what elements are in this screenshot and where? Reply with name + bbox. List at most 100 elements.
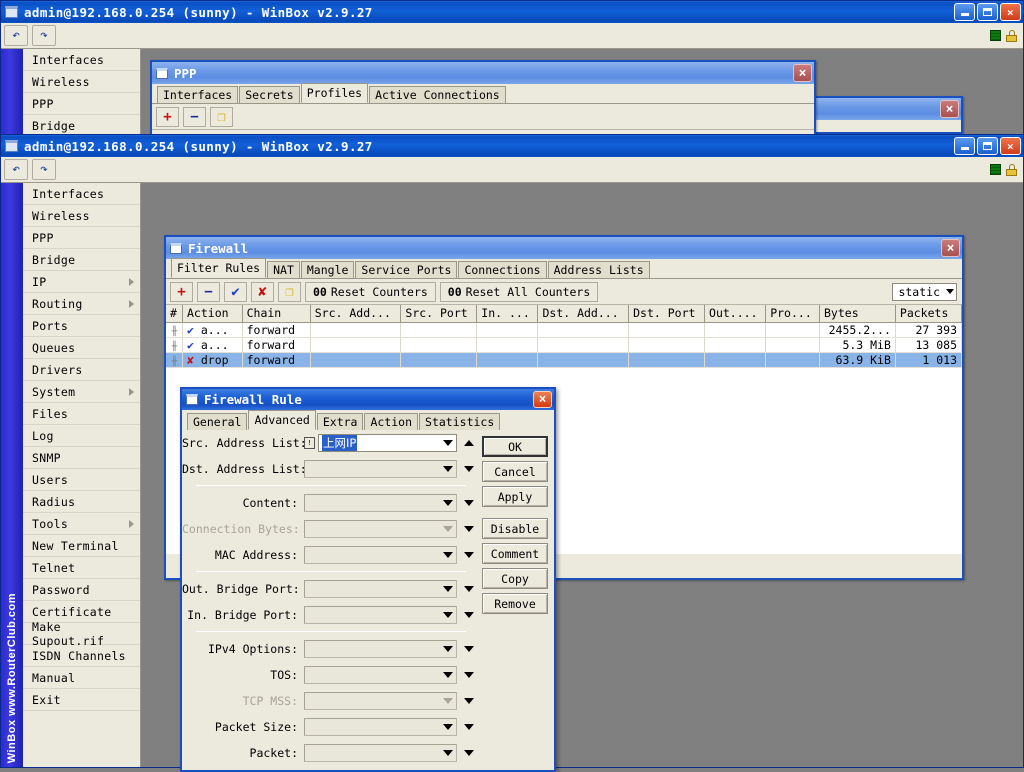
- apply-button[interactable]: Apply: [482, 486, 548, 507]
- chevron-down-icon[interactable]: [464, 750, 474, 756]
- firewall-enable-button[interactable]: ✔: [224, 282, 247, 302]
- ok-button[interactable]: OK: [482, 436, 548, 457]
- disable-button[interactable]: Disable: [482, 518, 548, 539]
- column-header[interactable]: Pro...: [766, 305, 820, 322]
- chevron-down-icon[interactable]: [443, 724, 453, 730]
- firewall-comment-button[interactable]: ❐: [278, 282, 301, 302]
- chevron-down-icon[interactable]: [443, 440, 453, 446]
- close-button[interactable]: ×: [1000, 137, 1021, 155]
- sidebar-item-files[interactable]: Files: [23, 403, 140, 425]
- rule-tab-advanced[interactable]: Advanced: [248, 410, 315, 430]
- sidebar-item-isdn-channels[interactable]: ISDN Channels: [23, 645, 140, 667]
- sidebar-item-log[interactable]: Log: [23, 425, 140, 447]
- chevron-down-icon[interactable]: [464, 466, 474, 472]
- column-header[interactable]: Action: [183, 305, 243, 322]
- chevron-down-icon[interactable]: [464, 612, 474, 618]
- chevron-down-icon[interactable]: [443, 466, 453, 472]
- input-content[interactable]: [304, 494, 457, 512]
- firewall-tab-service-ports[interactable]: Service Ports: [355, 261, 457, 278]
- sidebar-item-new-terminal[interactable]: New Terminal: [23, 535, 140, 557]
- input-packet[interactable]: [304, 744, 457, 762]
- redo-icon-back[interactable]: ↷: [32, 25, 56, 46]
- rule-tab-statistics[interactable]: Statistics: [419, 413, 500, 430]
- filter-type-dropdown[interactable]: static: [892, 283, 957, 301]
- chevron-down-icon[interactable]: [464, 724, 474, 730]
- chevron-down-icon[interactable]: [443, 672, 453, 678]
- chevron-down-icon[interactable]: [464, 672, 474, 678]
- chevron-down-icon[interactable]: [443, 646, 453, 652]
- input-in-bridge-port[interactable]: [304, 606, 457, 624]
- restore-button[interactable]: [977, 137, 998, 155]
- column-header[interactable]: Src. Port: [401, 305, 477, 322]
- chevron-down-icon[interactable]: [464, 698, 474, 704]
- cancel-button[interactable]: Cancel: [482, 461, 548, 482]
- firewall-close-button[interactable]: ×: [941, 239, 960, 257]
- sidebar-item-interfaces[interactable]: Interfaces: [23, 49, 140, 71]
- firewall-titlebar[interactable]: Firewall ×: [166, 237, 962, 259]
- sidebar-item-ip[interactable]: IP: [23, 271, 140, 293]
- reset-counters-button[interactable]: 00 Reset Counters: [305, 282, 436, 302]
- restore-button-back[interactable]: [977, 3, 998, 21]
- sidebar-item-users[interactable]: Users: [23, 469, 140, 491]
- firewall-rule-dialog[interactable]: Firewall Rule × GeneralAdvancedExtraActi…: [180, 387, 556, 772]
- chevron-up-icon[interactable]: [464, 440, 474, 446]
- sidebar-item-wireless[interactable]: Wireless: [23, 205, 140, 227]
- background-window-close-button[interactable]: ×: [940, 100, 959, 118]
- ppp-tab-interfaces[interactable]: Interfaces: [157, 86, 238, 103]
- input-packet-size[interactable]: [304, 718, 457, 736]
- firewall-tab-address-lists[interactable]: Address Lists: [548, 261, 650, 278]
- input-ipv4-options[interactable]: [304, 640, 457, 658]
- chevron-down-icon[interactable]: [443, 552, 453, 558]
- ppp-titlebar[interactable]: PPP ×: [152, 62, 814, 84]
- input-out-bridge-port[interactable]: [304, 580, 457, 598]
- redo-icon[interactable]: ↷: [32, 159, 56, 180]
- ppp-tab-active-connections[interactable]: Active Connections: [369, 86, 506, 103]
- undo-icon-back[interactable]: ↶: [4, 25, 28, 46]
- sidebar-item-wireless[interactable]: Wireless: [23, 71, 140, 93]
- ppp-tab-secrets[interactable]: Secrets: [239, 86, 299, 103]
- titlebar-back[interactable]: admin@192.168.0.254 (sunny) - WinBox v2.…: [1, 1, 1023, 23]
- rule-dialog-titlebar[interactable]: Firewall Rule ×: [182, 389, 554, 410]
- column-header[interactable]: Dst. Add...: [538, 305, 629, 322]
- sidebar-item-telnet[interactable]: Telnet: [23, 557, 140, 579]
- minimize-button[interactable]: [954, 137, 975, 155]
- rule-tab-general[interactable]: General: [187, 413, 247, 430]
- sidebar-item-make-supout-rif[interactable]: Make Supout.rif: [23, 623, 140, 645]
- sidebar-item-ppp[interactable]: PPP: [23, 227, 140, 249]
- rule-dialog-close-button[interactable]: ×: [533, 391, 552, 408]
- sidebar-item-tools[interactable]: Tools: [23, 513, 140, 535]
- chevron-down-icon[interactable]: [443, 500, 453, 506]
- close-button-back[interactable]: ×: [1000, 3, 1021, 21]
- table-row[interactable]: ╫✘ dropforward63.9 KiB1 013: [166, 352, 962, 367]
- comment-button[interactable]: Comment: [482, 543, 548, 564]
- firewall-add-button[interactable]: +: [170, 282, 193, 302]
- ppp-remove-button[interactable]: −: [183, 107, 206, 127]
- chevron-down-icon[interactable]: [464, 552, 474, 558]
- reset-all-counters-button[interactable]: 00 Reset All Counters: [440, 282, 598, 302]
- column-header[interactable]: Chain: [242, 305, 310, 322]
- sidebar-item-interfaces[interactable]: Interfaces: [23, 183, 140, 205]
- background-window-titlebar[interactable]: ×: [815, 98, 961, 120]
- copy-button[interactable]: Copy: [482, 568, 548, 589]
- chevron-down-icon[interactable]: [464, 586, 474, 592]
- ppp-close-button[interactable]: ×: [793, 64, 812, 82]
- background-window-peek[interactable]: ×: [813, 96, 963, 134]
- rule-tab-action[interactable]: Action: [364, 413, 418, 430]
- ppp-add-button[interactable]: +: [156, 107, 179, 127]
- sidebar-item-ppp[interactable]: PPP: [23, 93, 140, 115]
- sidebar-item-drivers[interactable]: Drivers: [23, 359, 140, 381]
- column-header[interactable]: Out....: [705, 305, 766, 322]
- column-header[interactable]: Bytes: [820, 305, 896, 322]
- sidebar-item-system[interactable]: System: [23, 381, 140, 403]
- column-header[interactable]: In. ...: [477, 305, 538, 322]
- sidebar-item-manual[interactable]: Manual: [23, 667, 140, 689]
- chevron-down-icon[interactable]: [464, 526, 474, 532]
- ppp-tab-profiles[interactable]: Profiles: [301, 83, 368, 103]
- ppp-window[interactable]: PPP × InterfacesSecretsProfilesActive Co…: [150, 60, 816, 138]
- undo-icon[interactable]: ↶: [4, 159, 28, 180]
- sidebar-item-bridge[interactable]: Bridge: [23, 249, 140, 271]
- sidebar-item-snmp[interactable]: SNMP: [23, 447, 140, 469]
- chevron-down-icon[interactable]: [443, 586, 453, 592]
- firewall-tab-mangle[interactable]: Mangle: [301, 261, 355, 278]
- input-dst-address-list[interactable]: [304, 460, 457, 478]
